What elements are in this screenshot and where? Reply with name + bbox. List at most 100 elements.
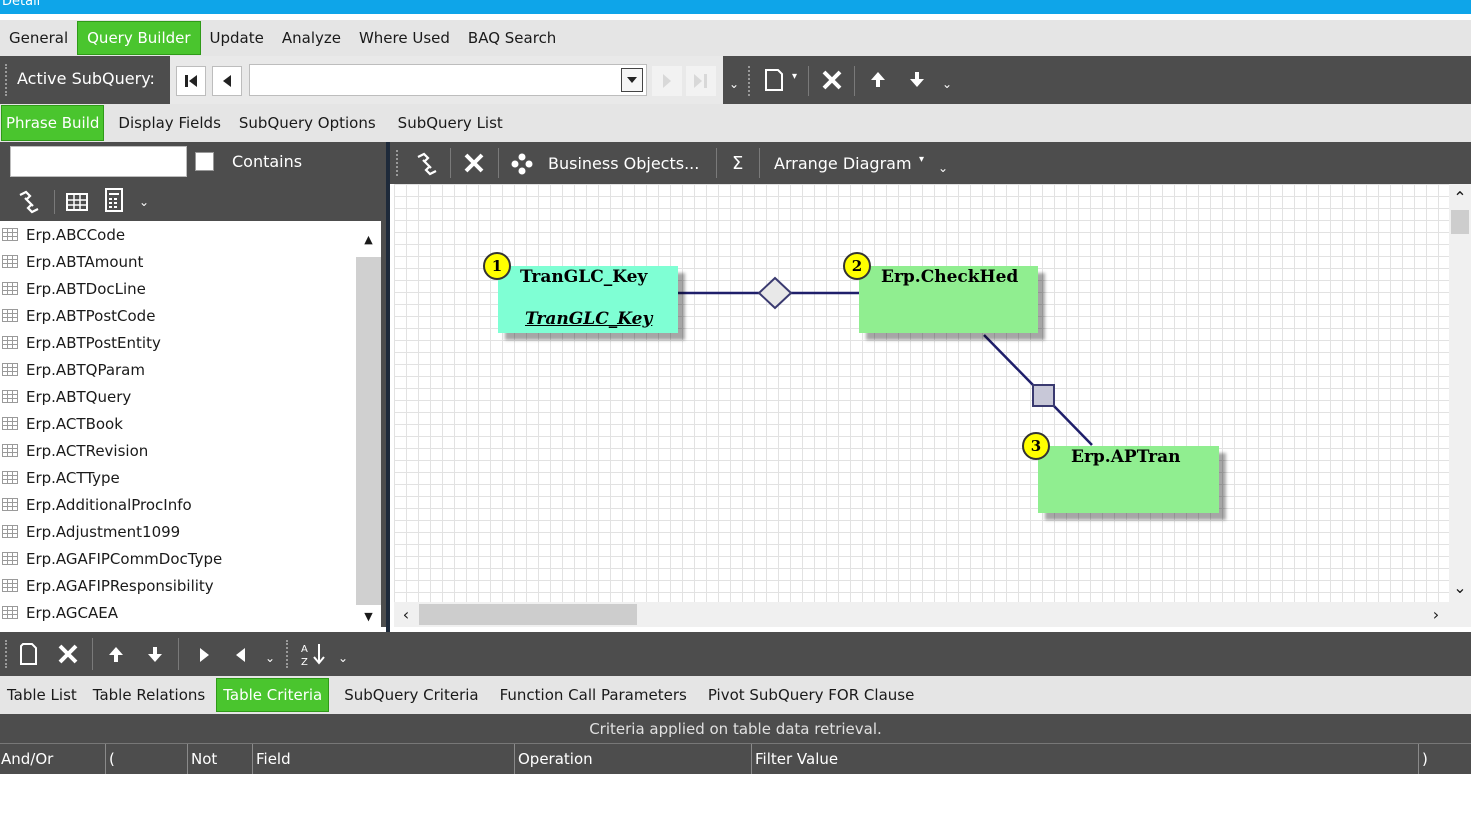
list-item[interactable]: Erp.AGCAEA [0, 599, 356, 626]
scroll-down-icon[interactable]: ⌄ [1449, 576, 1471, 598]
list-item[interactable]: Erp.ABCCode [0, 221, 356, 248]
tab-display-fields[interactable]: Display Fields [109, 108, 230, 138]
diagram-node-erp-checkhed[interactable]: Erp.CheckHed [859, 266, 1038, 333]
subquery-select[interactable]: SubQuery2 [249, 64, 647, 96]
panel-splitter[interactable] [386, 142, 390, 632]
move-up-icon[interactable] [107, 645, 125, 669]
tab-table-list[interactable]: Table List [0, 680, 84, 710]
list-item[interactable]: Erp.ACTRevision [0, 437, 356, 464]
tab-where-used[interactable]: Where Used [350, 23, 459, 53]
scrollbar-thumb[interactable] [1451, 210, 1469, 234]
scrollbar-thumb[interactable] [356, 257, 381, 605]
overflow-dropdown-icon[interactable]: ⌄ [265, 652, 275, 664]
chevron-down-icon[interactable]: ▾ [919, 154, 924, 165]
list-item[interactable]: Erp.ABTPostEntity [0, 329, 356, 356]
tab-subquery-criteria[interactable]: SubQuery Criteria [335, 680, 487, 710]
list-item[interactable]: Erp.ABTAmount [0, 248, 356, 275]
column-header-close-paren[interactable]: ) [1419, 744, 1471, 774]
tab-subquery-list[interactable]: SubQuery List [389, 108, 512, 138]
join-square-icon[interactable] [1032, 384, 1055, 407]
overflow-dropdown-icon[interactable]: ⌄ [729, 78, 739, 90]
table-icon[interactable] [66, 192, 88, 216]
move-up-icon[interactable] [869, 70, 887, 94]
link-icon[interactable] [16, 189, 42, 219]
column-header-field[interactable]: Field [253, 744, 515, 774]
tab-phrase-build[interactable]: Phrase Build [1, 105, 105, 141]
tab-pivot-subquery-for-clause[interactable]: Pivot SubQuery FOR Clause [699, 680, 924, 710]
table-search-input[interactable] [10, 146, 187, 177]
link-icon[interactable] [414, 151, 440, 181]
chevron-down-icon[interactable] [621, 68, 643, 92]
join-diamond-icon[interactable] [757, 276, 793, 310]
column-header-operation[interactable]: Operation [515, 744, 752, 774]
scroll-right-icon[interactable]: › [1426, 604, 1446, 625]
toolbar-grip [396, 150, 398, 176]
last-record-icon[interactable] [686, 66, 716, 96]
tab-query-builder[interactable]: Query Builder [77, 21, 201, 55]
overflow-dropdown-icon[interactable]: ⌄ [942, 78, 952, 90]
toolbar-grip [748, 66, 750, 96]
list-item[interactable]: Erp.ABTQParam [0, 356, 356, 383]
tab-table-criteria[interactable]: Table Criteria [216, 678, 330, 712]
scrollbar-thumb[interactable] [419, 604, 637, 625]
column-header-not[interactable]: Not [188, 744, 253, 774]
table-list-scrollbar[interactable]: ▲ ▼ [356, 221, 381, 627]
tab-subquery-options[interactable]: SubQuery Options [230, 108, 385, 138]
list-item[interactable]: Erp.AGAFIPCommDocType [0, 545, 356, 572]
first-record-icon[interactable] [176, 66, 206, 96]
list-item[interactable]: Erp.Adjustment1099 [0, 518, 356, 545]
delete-icon[interactable] [463, 152, 485, 178]
indent-right-icon[interactable] [197, 646, 211, 668]
table-name: Erp.ABCCode [26, 225, 126, 244]
scroll-up-icon[interactable]: ▲ [356, 221, 381, 257]
move-down-icon[interactable] [908, 70, 926, 94]
diagram-node-tranglc-key[interactable]: TranGLC_Key TranGLC_Key [498, 266, 678, 333]
contains-checkbox[interactable] [195, 152, 214, 171]
list-item[interactable]: Erp.ACTBook [0, 410, 356, 437]
tab-function-call-parameters[interactable]: Function Call Parameters [491, 680, 696, 710]
list-item[interactable]: Erp.AGAFIPResponsibility [0, 572, 356, 599]
diagram-horizontal-scrollbar[interactable]: ‹ › [394, 602, 1471, 627]
table-name: Erp.ACTBook [26, 414, 123, 433]
scroll-up-icon[interactable]: ⌃ [1449, 186, 1471, 208]
delete-criteria-icon[interactable] [57, 643, 79, 669]
main-tab-strip: General Query Builder Update Analyze Whe… [0, 20, 1471, 56]
new-criteria-icon[interactable] [18, 642, 40, 670]
move-down-icon[interactable] [146, 645, 164, 669]
indent-left-icon[interactable] [234, 646, 248, 668]
criteria-grid-body[interactable] [0, 774, 1471, 829]
table-grid-icon [2, 336, 18, 349]
column-header-and-or[interactable]: And/Or [0, 744, 106, 774]
overflow-dropdown-icon[interactable]: ⌄ [139, 196, 149, 208]
next-record-icon[interactable] [652, 66, 682, 96]
column-header-open-paren[interactable]: ( [106, 744, 188, 774]
tab-baq-search[interactable]: BAQ Search [459, 23, 565, 53]
overflow-dropdown-icon[interactable]: ⌄ [938, 162, 948, 174]
diagram-node-erp-aptran[interactable]: Erp.APTran [1038, 446, 1219, 513]
diagram-vertical-scrollbar[interactable]: ⌃ ⌄ [1449, 184, 1471, 602]
sigma-button[interactable]: Σ [732, 153, 743, 174]
business-objects-button[interactable]: Business Objects... [548, 154, 699, 173]
tab-update[interactable]: Update [201, 23, 273, 53]
arrange-diagram-button[interactable]: Arrange Diagram [774, 154, 912, 173]
list-item[interactable]: Erp.ABTDocLine [0, 275, 356, 302]
sort-az-icon[interactable]: AZ [300, 641, 328, 671]
scroll-left-icon[interactable]: ‹ [396, 604, 416, 625]
previous-record-icon[interactable] [212, 66, 242, 96]
scroll-down-icon[interactable]: ▼ [356, 605, 381, 627]
business-objects-icon[interactable] [510, 152, 534, 180]
query-diagram-canvas[interactable]: TranGLC_Key TranGLC_Key 1 Erp.CheckHed 2… [394, 184, 1449, 602]
tab-general[interactable]: General [0, 23, 77, 53]
overflow-dropdown-icon[interactable]: ⌄ [338, 652, 348, 664]
delete-subquery-icon[interactable] [820, 68, 844, 96]
chevron-down-icon[interactable]: ▾ [792, 72, 797, 82]
list-item[interactable]: Erp.ABTPostCode [0, 302, 356, 329]
list-item[interactable]: Erp.ABTQuery [0, 383, 356, 410]
list-item[interactable]: Erp.ACTType [0, 464, 356, 491]
tab-analyze[interactable]: Analyze [273, 23, 350, 53]
calculator-icon[interactable] [104, 188, 126, 216]
list-item[interactable]: Erp.AdditionalProcInfo [0, 491, 356, 518]
column-header-filter-value[interactable]: Filter Value [752, 744, 1419, 774]
new-subquery-icon[interactable] [762, 68, 786, 96]
tab-table-relations[interactable]: Table Relations [84, 680, 214, 710]
